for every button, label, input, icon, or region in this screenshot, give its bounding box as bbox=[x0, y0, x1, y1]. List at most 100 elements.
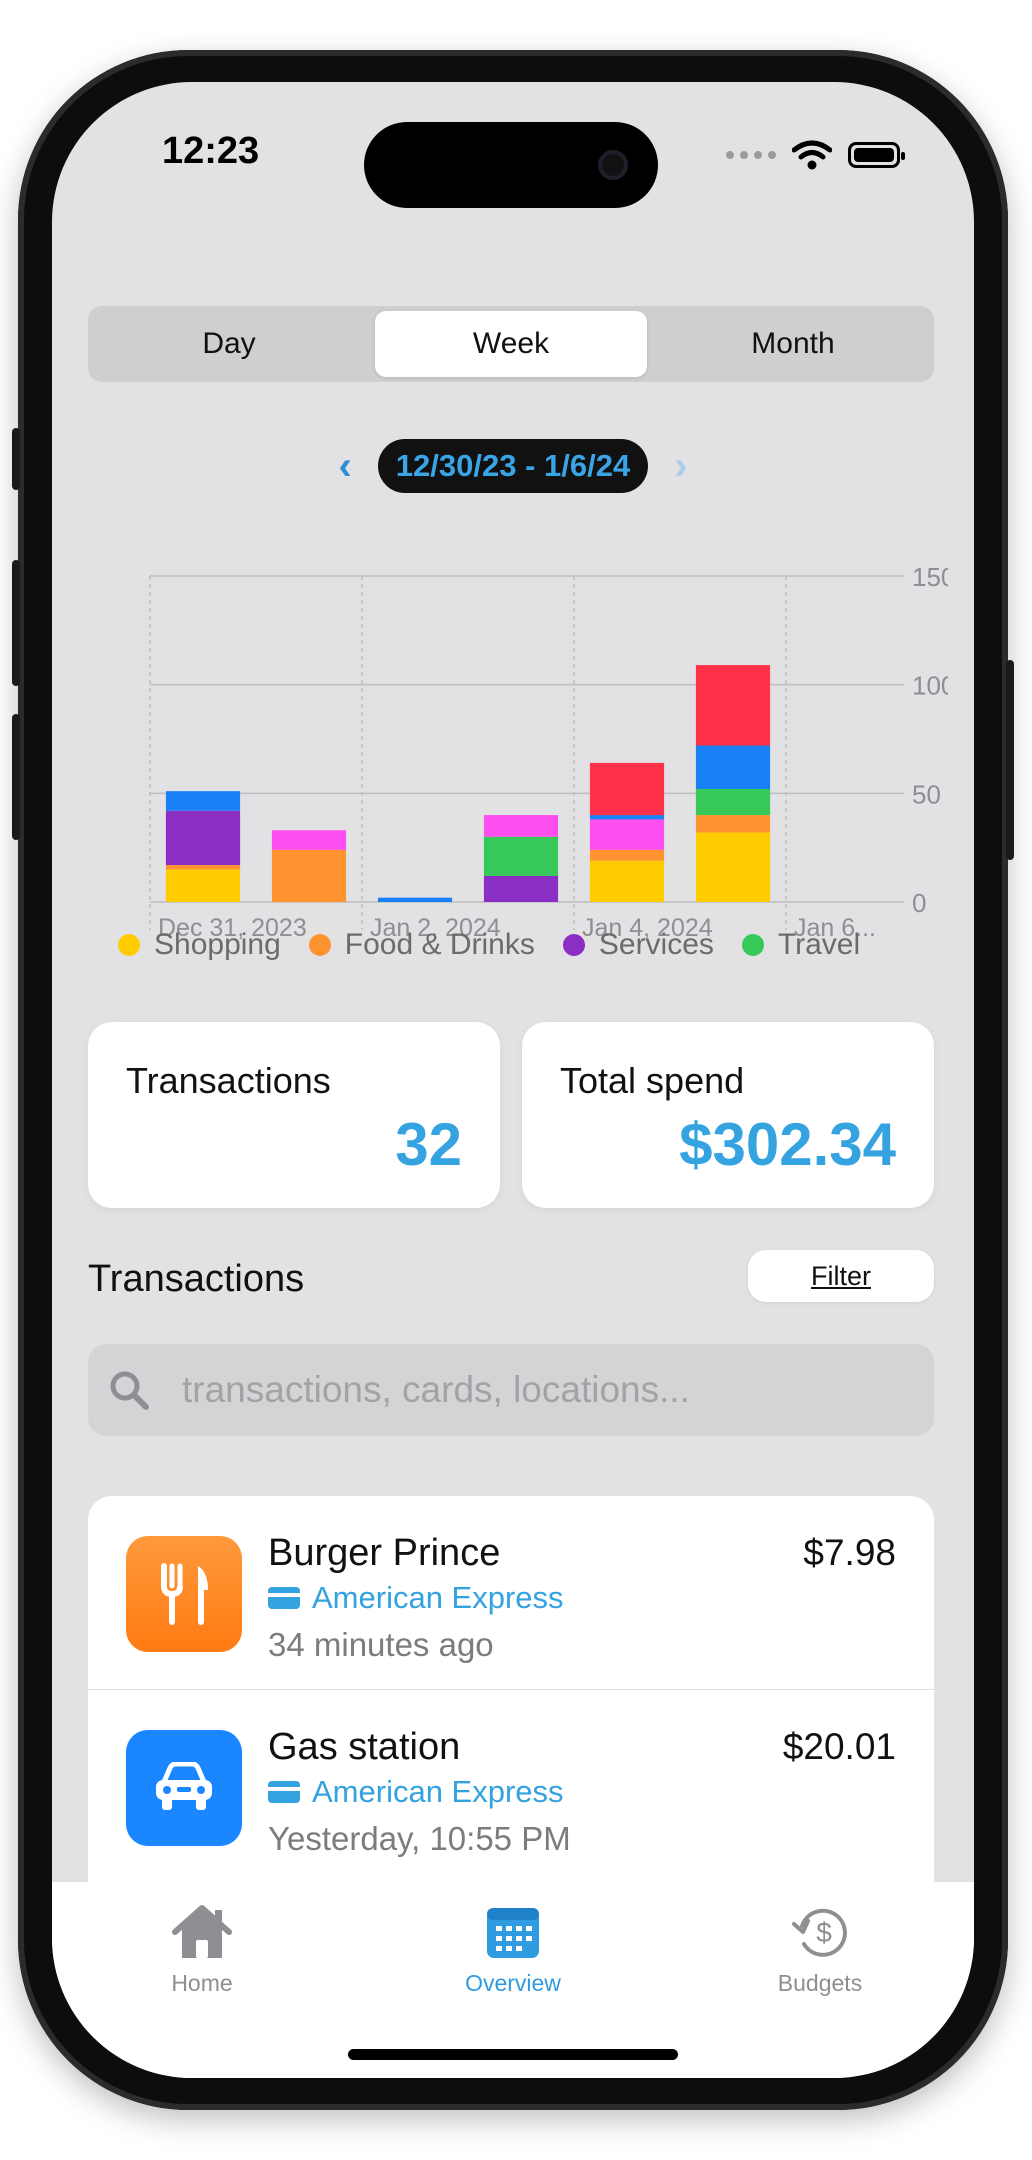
segment-week[interactable]: Week bbox=[375, 311, 647, 377]
legend-label: Shopping bbox=[154, 928, 281, 961]
credit-card-icon bbox=[268, 1587, 300, 1609]
card-name: American Express bbox=[312, 1774, 564, 1809]
bar-segment bbox=[589, 819, 665, 850]
volume-down-button bbox=[12, 714, 20, 840]
legend-label: Food & Drinks bbox=[344, 928, 535, 961]
y-tick-label: 150 bbox=[912, 562, 948, 592]
legend-item-services: Services bbox=[562, 928, 714, 962]
total-spend-card[interactable]: Total spend $302.34 bbox=[522, 1022, 934, 1208]
calendar-icon bbox=[487, 1908, 539, 1958]
stat-value: 32 bbox=[395, 1111, 462, 1178]
bar-segment bbox=[483, 815, 559, 837]
screen: 12:23 Day Week Month ‹ 12/30/23 - 1/6/24… bbox=[52, 82, 974, 2078]
stat-label: Total spend bbox=[560, 1060, 745, 1101]
tab-label: Overview bbox=[465, 1970, 561, 1996]
legend-label: Travel bbox=[777, 928, 861, 961]
segment-day[interactable]: Day bbox=[93, 311, 365, 377]
stacked-bar-chart: 050100150Dec 31, 2023Jan 2, 2024Jan 4, 2… bbox=[149, 562, 955, 942]
bar-segment bbox=[165, 810, 241, 866]
credit-card-icon bbox=[268, 1781, 300, 1803]
dynamic-island bbox=[364, 122, 658, 208]
segment-month[interactable]: Month bbox=[657, 311, 929, 377]
spend-chart: 050100150Dec 31, 2023Jan 2, 2024Jan 4, 2… bbox=[88, 522, 955, 942]
bar-segment bbox=[483, 875, 559, 902]
chevron-right-icon[interactable]: › bbox=[674, 446, 687, 486]
transaction-amount: $20.01 bbox=[782, 1726, 896, 1767]
legend-dot-icon bbox=[741, 934, 764, 956]
legend-item-food: Food & Drinks bbox=[308, 928, 535, 962]
camera-icon bbox=[598, 150, 628, 180]
battery-icon bbox=[848, 142, 905, 168]
tab-label: Budgets bbox=[777, 1970, 863, 1996]
transaction-row[interactable]: Gas station American Express Yesterday, … bbox=[88, 1690, 934, 1884]
tab-overview[interactable]: Overview bbox=[413, 1902, 613, 1997]
fork-knife-icon bbox=[126, 1536, 242, 1652]
house-icon bbox=[172, 1905, 232, 1958]
filter-button[interactable]: Filter bbox=[748, 1250, 934, 1302]
bar-segment bbox=[589, 849, 665, 861]
legend-label: Services bbox=[598, 928, 714, 961]
dollar-refresh-icon: $ bbox=[792, 1908, 847, 1957]
y-tick-label: 100 bbox=[912, 671, 948, 701]
bar-segment bbox=[483, 836, 559, 876]
legend-dot-icon bbox=[308, 934, 331, 956]
legend-dot-icon bbox=[562, 934, 585, 956]
merchant-name: Gas station bbox=[268, 1726, 461, 1768]
transaction-time: Yesterday, 10:55 PM bbox=[268, 1820, 571, 1857]
bar-segment bbox=[377, 897, 453, 902]
bar-segment bbox=[271, 830, 347, 850]
transactions-heading: Transactions bbox=[88, 1258, 305, 1300]
stat-value: $302.34 bbox=[679, 1111, 896, 1178]
tab-budgets[interactable]: $ Budgets bbox=[720, 1902, 920, 1997]
bar-segment bbox=[695, 832, 771, 902]
bar-segment bbox=[589, 762, 665, 816]
chart-legend: Shopping Food & Drinks Services Travel bbox=[118, 928, 860, 962]
y-tick-label: 50 bbox=[912, 779, 941, 809]
car-icon bbox=[126, 1730, 242, 1846]
svg-text:$: $ bbox=[816, 1917, 832, 1948]
transactions-list: Burger Prince American Express 34 minute… bbox=[88, 1496, 934, 1906]
search-field[interactable]: transactions, cards, locations... bbox=[88, 1344, 934, 1436]
bar-segment bbox=[589, 860, 665, 902]
bar-segment bbox=[695, 665, 771, 746]
date-navigator: ‹ 12/30/23 - 1/6/24 › bbox=[52, 438, 974, 494]
stat-label: Transactions bbox=[126, 1060, 331, 1101]
status-time: 12:23 bbox=[162, 130, 260, 172]
legend-item-shopping: Shopping bbox=[118, 928, 281, 962]
signal-dots-icon bbox=[726, 151, 776, 159]
bar-segment bbox=[695, 815, 771, 833]
status-icons bbox=[726, 140, 905, 170]
card-info: American Express bbox=[268, 1774, 564, 1810]
search-input[interactable]: transactions, cards, locations... bbox=[182, 1369, 690, 1411]
phone-frame: 12:23 Day Week Month ‹ 12/30/23 - 1/6/24… bbox=[12, 50, 1014, 2110]
y-tick-label: 0 bbox=[912, 888, 926, 918]
tab-label: Home bbox=[171, 1970, 233, 1996]
tab-home[interactable]: Home bbox=[102, 1902, 302, 1997]
legend-item-travel: Travel bbox=[741, 928, 861, 962]
card-name: American Express bbox=[312, 1580, 564, 1615]
legend-dot-icon bbox=[118, 934, 140, 956]
search-icon bbox=[108, 1369, 166, 1411]
bar-segment bbox=[165, 865, 241, 870]
transaction-time: 34 minutes ago bbox=[268, 1626, 494, 1663]
transaction-amount: $7.98 bbox=[803, 1532, 896, 1573]
transaction-row[interactable]: Burger Prince American Express 34 minute… bbox=[88, 1496, 934, 1690]
volume-up-button bbox=[12, 560, 20, 686]
merchant-name: Burger Prince bbox=[268, 1532, 501, 1574]
bar-segment bbox=[695, 788, 771, 816]
bar-segment bbox=[589, 815, 665, 820]
card-info: American Express bbox=[268, 1580, 564, 1616]
wifi-icon bbox=[792, 140, 832, 170]
period-segmented-control: Day Week Month bbox=[88, 306, 934, 382]
action-button bbox=[12, 428, 20, 490]
home-indicator bbox=[348, 2049, 678, 2060]
bar-segment bbox=[695, 745, 771, 789]
bar-segment bbox=[165, 791, 241, 811]
date-range-pill[interactable]: 12/30/23 - 1/6/24 bbox=[377, 439, 649, 493]
power-button bbox=[1006, 660, 1014, 860]
bar-segment bbox=[165, 869, 241, 902]
transactions-count-card[interactable]: Transactions 32 bbox=[88, 1022, 500, 1208]
tab-bar: Home Overview $ Budgets bbox=[52, 1882, 974, 2078]
chevron-left-icon[interactable]: ‹ bbox=[338, 446, 351, 486]
bar-segment bbox=[271, 849, 347, 902]
